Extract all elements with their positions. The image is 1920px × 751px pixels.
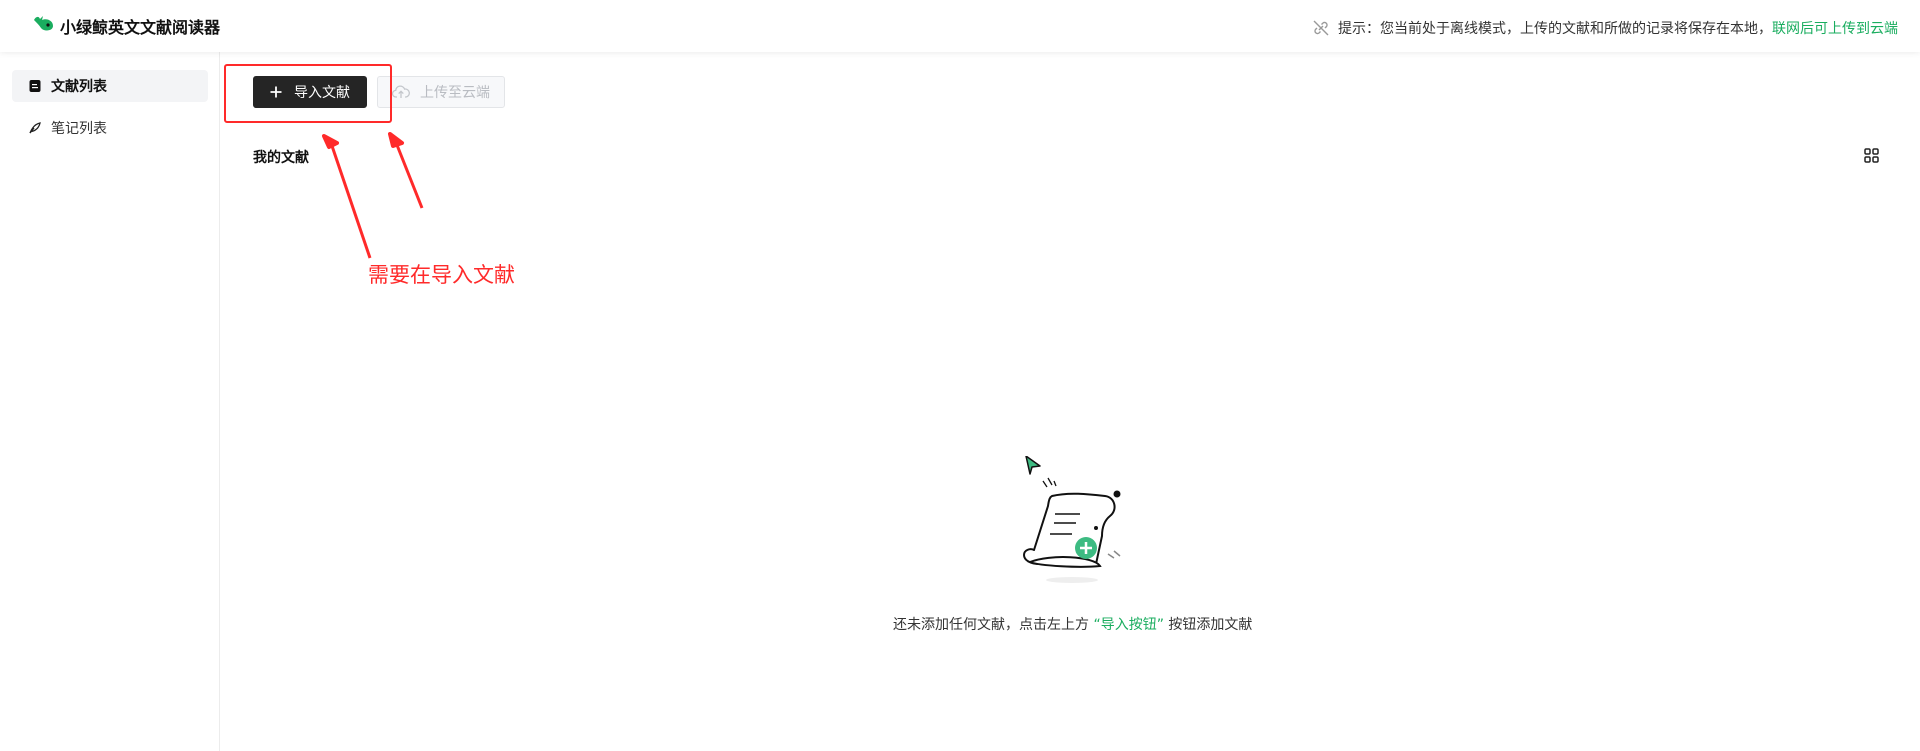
sidebar-item-notes[interactable]: 笔记列表 bbox=[12, 112, 208, 144]
offline-notice: 提示：您当前处于离线模式，上传的文献和所做的记录将保存在本地， 联网后可上传到云… bbox=[1312, 18, 1898, 38]
whale-logo-icon bbox=[32, 14, 56, 38]
empty-state-import-hint: “导入按钮” bbox=[1093, 617, 1164, 633]
sidebar-item-label: 文献列表 bbox=[51, 79, 107, 95]
app-title: 小绿鲸英文文献阅读器 bbox=[60, 18, 221, 37]
sidebar: 文献列表 笔记列表 bbox=[0, 52, 220, 751]
go-online-link[interactable]: 联网后可上传到云端 bbox=[1772, 18, 1898, 38]
app-logo: 小绿鲸英文文献阅读器 bbox=[32, 14, 220, 38]
annotation-highlight-box bbox=[224, 64, 392, 123]
upload-button-label: 上传至云端 bbox=[420, 85, 490, 101]
empty-scroll-illustration bbox=[1023, 456, 1121, 583]
top-bar: 小绿鲸英文文献阅读器 提示：您当前处于离线模式，上传的文献和所做的记录将保存在本… bbox=[0, 0, 1920, 52]
grid-view-icon[interactable] bbox=[1864, 148, 1879, 163]
sidebar-item-label: 笔记列表 bbox=[51, 121, 107, 137]
annotation-text: 需要在导入文献 bbox=[368, 263, 515, 287]
unlink-icon bbox=[1313, 20, 1329, 36]
annotation-arrows bbox=[322, 132, 424, 259]
empty-state-text-after: 按钮添加文献 bbox=[1163, 617, 1253, 633]
empty-state-message: 还未添加任何文献，点击左上方 “导入按钮” 按钮添加文献 bbox=[893, 614, 1252, 634]
offline-notice-text: 提示：您当前处于离线模式，上传的文献和所做的记录将保存在本地， bbox=[1338, 21, 1772, 37]
empty-state-text-before: 还未添加任何文献，点击左上方 bbox=[893, 617, 1094, 633]
document-icon bbox=[29, 80, 41, 92]
upload-to-cloud-button[interactable]: 上传至云端 bbox=[377, 76, 505, 108]
sidebar-item-documents[interactable]: 文献列表 bbox=[12, 70, 208, 102]
cloud-upload-icon bbox=[392, 85, 410, 98]
feather-pen-icon bbox=[29, 122, 41, 134]
